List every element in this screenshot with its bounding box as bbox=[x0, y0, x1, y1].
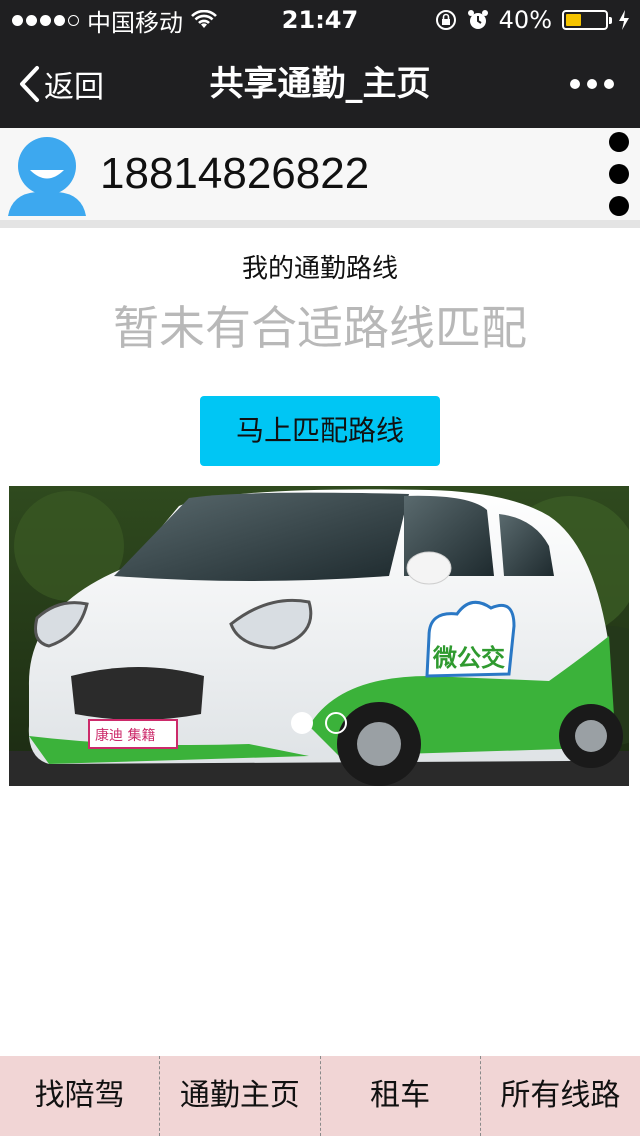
route-label: 我的通勤路线 bbox=[241, 254, 398, 284]
carousel-indicator bbox=[9, 712, 629, 734]
user-avatar-icon[interactable] bbox=[6, 132, 88, 216]
back-button[interactable]: 返回 bbox=[18, 40, 104, 128]
bottom-tab-bar: 找陪驾 通勤主页 租车 所有线路 bbox=[0, 1056, 640, 1136]
vertical-dots-icon[interactable] bbox=[608, 132, 630, 216]
tab-rent-car[interactable]: 租车 bbox=[321, 1056, 481, 1136]
battery-percent: 40% bbox=[498, 6, 552, 34]
rotation-lock-icon bbox=[435, 10, 456, 30]
tab-commute-home[interactable]: 通勤主页 bbox=[160, 1056, 321, 1136]
banner-car-image: 微公交 康迪 集籍 bbox=[9, 486, 629, 786]
tab-find-coach[interactable]: 找陪驾 bbox=[0, 1056, 161, 1136]
chevron-left-icon bbox=[20, 66, 39, 102]
banner-sticker-text: 微公交 bbox=[432, 644, 505, 672]
carousel-dot-2[interactable] bbox=[325, 712, 347, 734]
user-phone: 18814826822 bbox=[100, 149, 370, 198]
status-bar: 中国移动 21:47 40% bbox=[0, 0, 640, 40]
user-header: 18814826822 bbox=[0, 128, 640, 220]
banner-carousel[interactable]: 微公交 康迪 集籍 bbox=[9, 486, 629, 786]
battery-fill bbox=[566, 14, 582, 26]
tab-all-routes[interactable]: 所有线路 bbox=[481, 1056, 640, 1136]
battery-icon bbox=[562, 10, 612, 30]
more-dots-icon[interactable] bbox=[570, 40, 614, 128]
back-label: 返回 bbox=[44, 70, 104, 105]
match-route-button[interactable]: 马上匹配路线 bbox=[200, 396, 440, 466]
alarm-icon bbox=[467, 10, 488, 29]
carousel-dot-1[interactable] bbox=[291, 712, 313, 734]
status-right: 40% bbox=[435, 0, 630, 40]
header-divider bbox=[0, 220, 640, 228]
app-page: 中国移动 21:47 40% 返回 共享通勤_主页 18814826822 我的… bbox=[0, 0, 640, 1136]
charging-bolt-icon bbox=[619, 10, 629, 30]
route-status: 暂未有合适路线匹配 bbox=[113, 301, 527, 355]
nav-bar: 返回 共享通勤_主页 bbox=[0, 40, 640, 128]
